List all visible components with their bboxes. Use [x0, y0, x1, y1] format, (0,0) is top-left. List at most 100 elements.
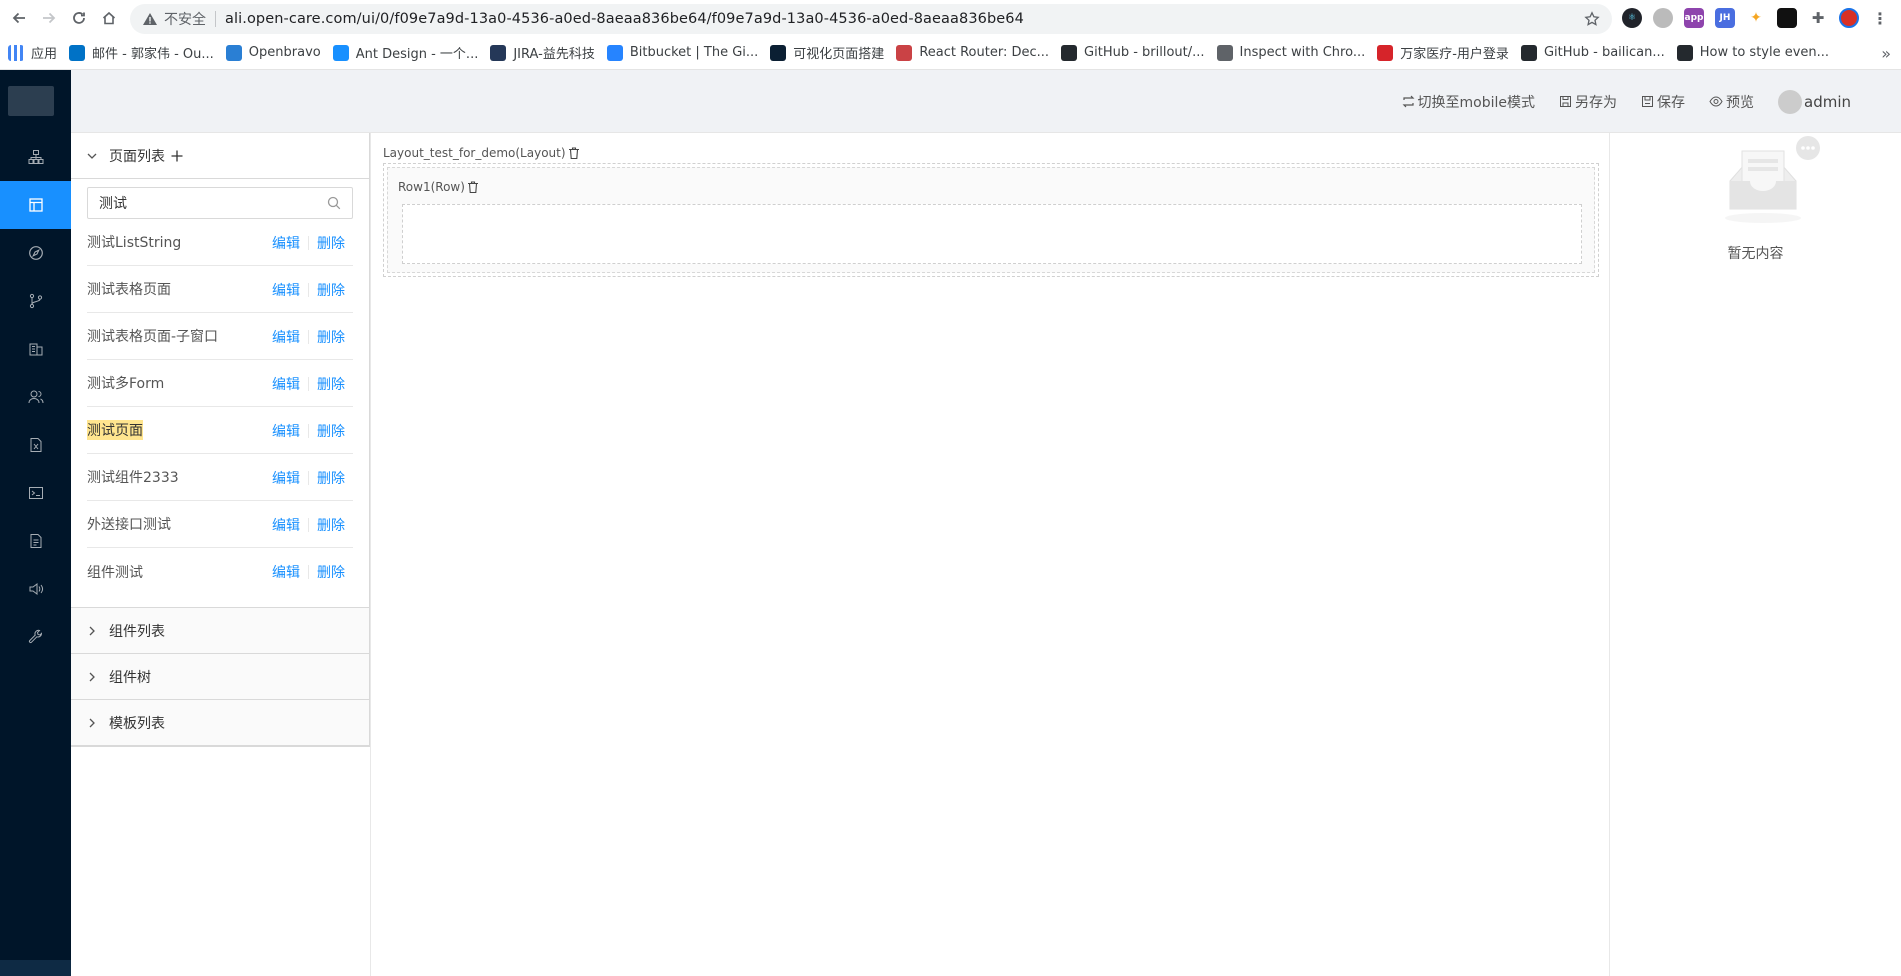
- delete-link[interactable]: 删除: [317, 468, 345, 488]
- list-item[interactable]: 测试表格页面 编辑 删除: [87, 266, 353, 313]
- extension-pin-icon[interactable]: ✦: [1746, 8, 1766, 28]
- reload-button[interactable]: [64, 0, 94, 36]
- component-list-header[interactable]: 组件列表: [71, 608, 369, 654]
- delete-link[interactable]: 删除: [317, 515, 345, 535]
- back-button[interactable]: [4, 0, 34, 36]
- warning-icon: [142, 11, 158, 27]
- list-item[interactable]: 组件测试 编辑 删除: [87, 548, 353, 595]
- extension-incognito-icon[interactable]: [1777, 8, 1797, 28]
- edit-link[interactable]: 编辑: [272, 515, 300, 535]
- bookmark-label: Bitbucket | The Gi...: [629, 45, 759, 60]
- edit-link[interactable]: 编辑: [272, 421, 300, 441]
- more-menu-icon[interactable]: ⋮: [1870, 8, 1890, 28]
- list-item[interactable]: 测试页面 编辑 删除: [87, 407, 353, 454]
- edit-link[interactable]: 编辑: [272, 374, 300, 394]
- nav-item-building[interactable]: [0, 325, 71, 373]
- bookmark-item[interactable]: GitHub - bailican...: [1520, 44, 1665, 61]
- bookmark-item[interactable]: How to style even...: [1676, 44, 1829, 61]
- page-search-input[interactable]: [99, 195, 299, 211]
- user-menu[interactable]: admin: [1778, 89, 1851, 114]
- sound-icon: [29, 583, 43, 595]
- react-devtools-icon[interactable]: ⚛: [1622, 8, 1642, 28]
- nav-item-sound[interactable]: [0, 565, 71, 613]
- delete-link[interactable]: 删除: [317, 421, 345, 441]
- nav-item-branches[interactable]: [0, 277, 71, 325]
- bookmark-item[interactable]: 可视化页面搭建: [770, 43, 884, 62]
- delete-link[interactable]: 删除: [317, 280, 345, 300]
- template-list-header[interactable]: 模板列表: [71, 700, 369, 746]
- bookmark-favicon-icon: [332, 44, 349, 61]
- row-actions: 编辑 删除: [272, 313, 345, 360]
- save-button[interactable]: 保存: [1641, 92, 1685, 112]
- list-item[interactable]: 外送接口测试 编辑 删除: [87, 501, 353, 548]
- row-drop-zone[interactable]: [402, 204, 1582, 264]
- bookmark-item[interactable]: React Router: Dec...: [896, 44, 1049, 61]
- delete-icon[interactable]: [568, 147, 580, 159]
- page-name: 测试页面: [87, 420, 143, 440]
- swap-icon: [1402, 95, 1414, 108]
- delete-link[interactable]: 删除: [317, 233, 345, 253]
- search-icon[interactable]: [327, 196, 341, 210]
- list-item[interactable]: 测试多Form 编辑 删除: [87, 360, 353, 407]
- bookmark-item[interactable]: 邮件 - 郭家伟 - Ou...: [69, 43, 214, 62]
- action-divider: [308, 329, 309, 344]
- layout-label[interactable]: Layout_test_for_demo(Layout): [383, 146, 580, 160]
- page-name: 测试多Form: [87, 376, 165, 392]
- bookmark-item[interactable]: 应用: [8, 43, 57, 62]
- edit-link[interactable]: 编辑: [272, 327, 300, 347]
- switch-mobile-button[interactable]: 切换至mobile模式: [1402, 92, 1535, 112]
- bookmark-item[interactable]: Bitbucket | The Gi...: [606, 44, 759, 61]
- nav-item-compass[interactable]: [0, 229, 71, 277]
- url-text[interactable]: ali.open-care.com/ui/0/f09e7a9d-13a0-453…: [225, 11, 1024, 27]
- nav-item-users[interactable]: [0, 373, 71, 421]
- layout-container[interactable]: Row1(Row): [383, 163, 1599, 277]
- bookmark-item[interactable]: Openbravo: [225, 44, 321, 61]
- address-bar[interactable]: 不安全 ali.open-care.com/ui/0/f09e7a9d-13a0…: [130, 4, 1612, 34]
- bookmark-item[interactable]: JIRA-益先科技: [490, 43, 595, 62]
- save-as-button[interactable]: 另存为: [1559, 92, 1617, 112]
- bookmark-item[interactable]: 万家医疗-用户登录: [1377, 43, 1509, 62]
- delete-link[interactable]: 删除: [317, 327, 345, 347]
- extension-app-icon[interactable]: app: [1684, 8, 1704, 28]
- bookmarks-bar: 应用 邮件 - 郭家伟 - Ou... Openbravo Ant Design - …: [0, 36, 1901, 70]
- edit-link[interactable]: 编辑: [272, 280, 300, 300]
- nav-item-excel[interactable]: [0, 421, 71, 469]
- extension-circle-icon[interactable]: [1653, 8, 1673, 28]
- bookmark-favicon-icon: [490, 44, 507, 61]
- preview-button[interactable]: 预览: [1709, 92, 1754, 112]
- row-label[interactable]: Row1(Row): [398, 180, 479, 194]
- edit-link[interactable]: 编辑: [272, 468, 300, 488]
- delete-link[interactable]: 删除: [317, 562, 345, 582]
- home-button[interactable]: [94, 0, 124, 36]
- row-actions: 编辑 删除: [272, 219, 345, 266]
- bookmarks-overflow-icon[interactable]: »: [1881, 44, 1891, 63]
- nav-item-console[interactable]: [0, 469, 71, 517]
- nav-item-tool[interactable]: [0, 613, 71, 661]
- profile-avatar-icon[interactable]: [1839, 8, 1859, 28]
- delete-icon[interactable]: [467, 181, 479, 193]
- file-text-icon: [30, 534, 41, 548]
- forward-button[interactable]: [34, 0, 64, 36]
- list-item[interactable]: 测试组件2333 编辑 删除: [87, 454, 353, 501]
- list-item[interactable]: 测试表格页面-子窗口 编辑 删除: [87, 313, 353, 360]
- page-list-header[interactable]: 页面列表: [71, 133, 369, 179]
- edit-link[interactable]: 编辑: [272, 562, 300, 582]
- puzzle-icon[interactable]: ✚: [1808, 8, 1828, 28]
- list-item[interactable]: 测试ListString 编辑 删除: [87, 219, 353, 266]
- template-list-title: 模板列表: [109, 715, 165, 732]
- bookmark-favicon-icon: [1520, 44, 1537, 61]
- bookmark-item[interactable]: Ant Design - 一个...: [332, 43, 478, 62]
- component-tree-header[interactable]: 组件树: [71, 654, 369, 700]
- nav-item-layout[interactable]: [0, 181, 71, 229]
- bookmark-star-icon[interactable]: [1584, 11, 1600, 27]
- bookmark-item[interactable]: GitHub - brillout/...: [1061, 44, 1205, 61]
- nav-item-document[interactable]: [0, 517, 71, 565]
- edit-link[interactable]: 编辑: [272, 233, 300, 253]
- bookmark-item[interactable]: Inspect with Chro...: [1216, 44, 1365, 61]
- nav-item-sitemap[interactable]: [0, 133, 71, 181]
- bookmark-favicon-icon: [606, 44, 623, 61]
- delete-link[interactable]: 删除: [317, 374, 345, 394]
- apps-grid-icon: [8, 44, 24, 61]
- extension-jh-icon[interactable]: JH: [1715, 8, 1735, 28]
- add-page-icon[interactable]: [171, 150, 183, 162]
